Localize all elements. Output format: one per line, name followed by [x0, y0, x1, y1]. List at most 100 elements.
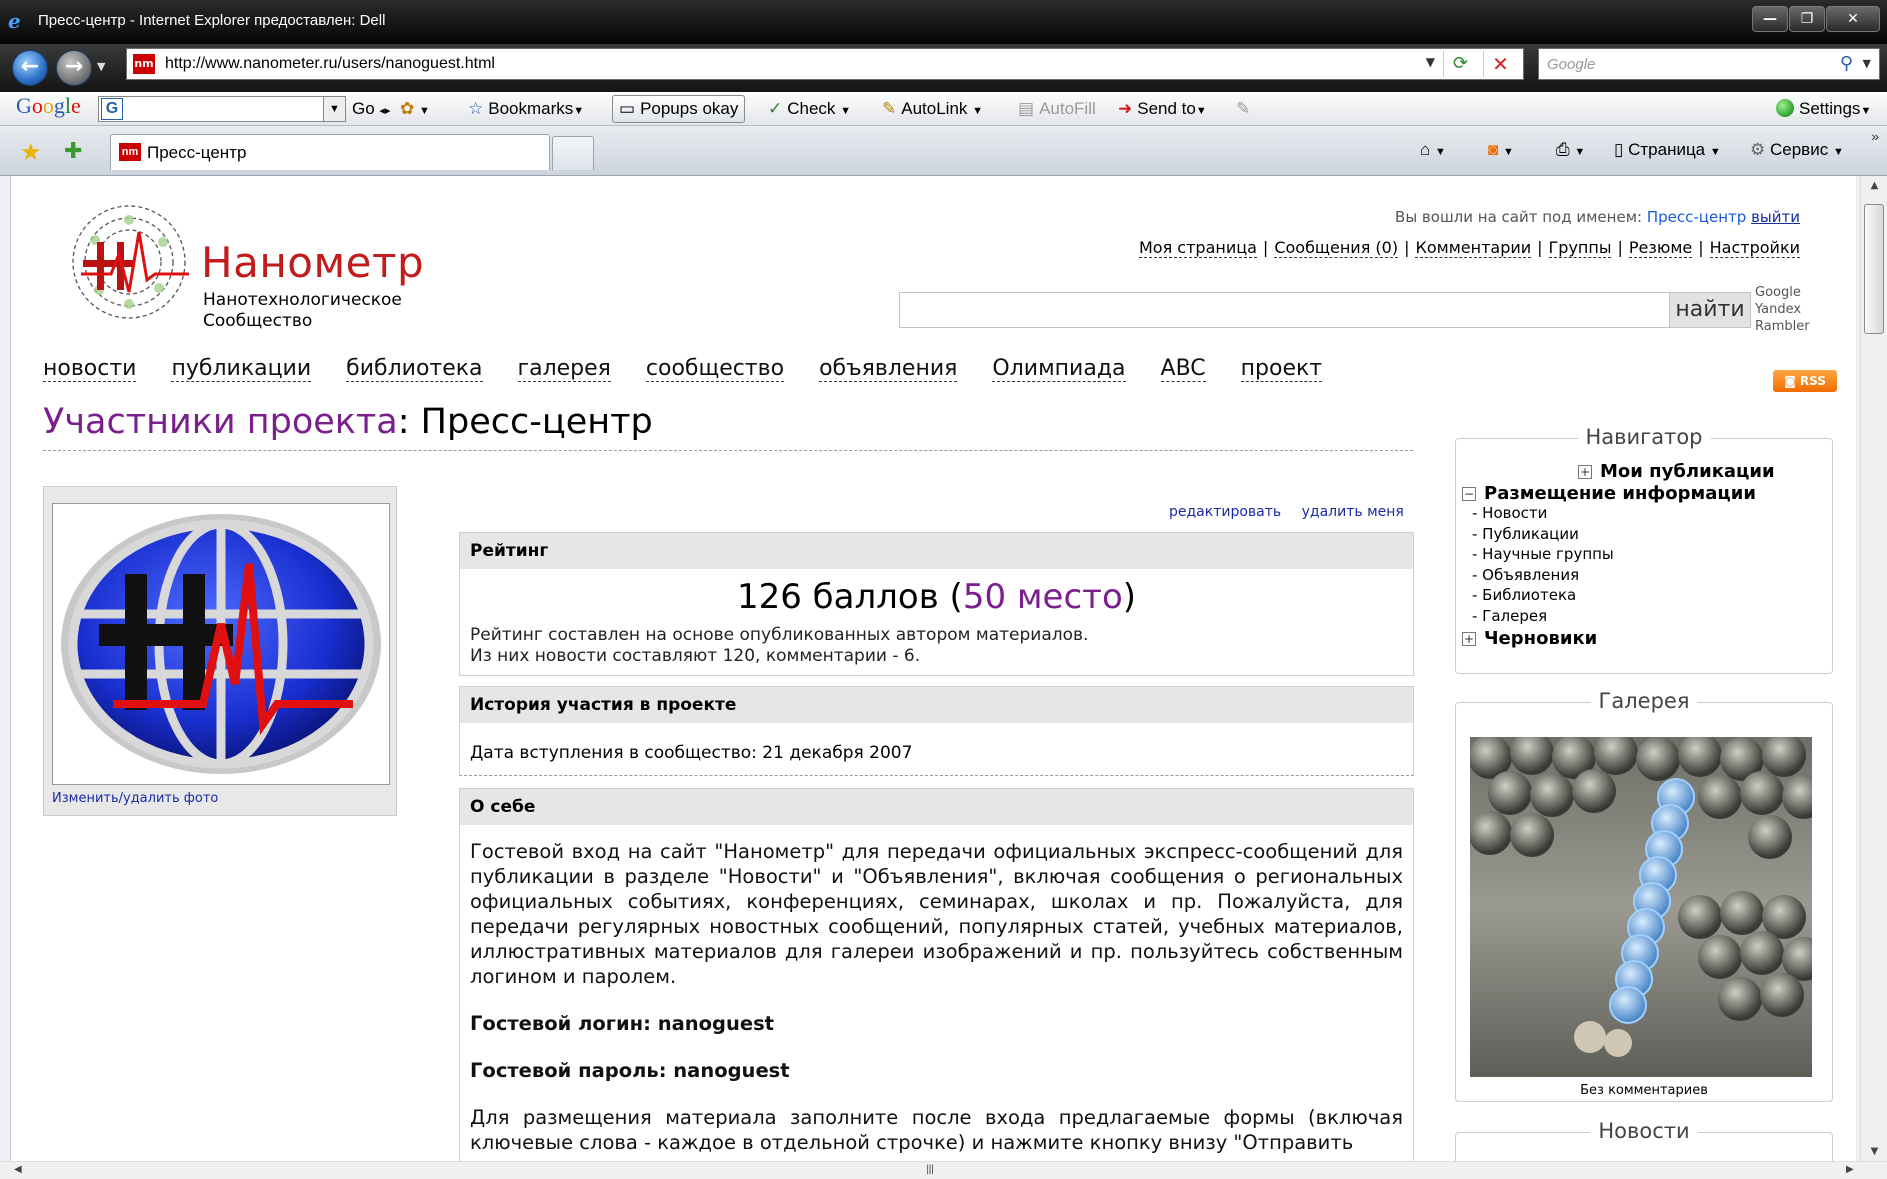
print-button[interactable]: ⎙ ▼ [1556, 140, 1585, 160]
title-divider [43, 450, 1413, 451]
address-field[interactable]: nm http://www.nanometer.ru/users/nanogue… [126, 48, 1524, 80]
change-photo-link[interactable]: Изменить/удалить фото [52, 791, 218, 806]
refresh-icon[interactable]: ⟳ [1443, 51, 1477, 77]
nav-olympiad[interactable]: Олимпиада [992, 356, 1126, 382]
close-window-button[interactable]: ✕ [1826, 6, 1880, 32]
google-go-button[interactable]: Go ◂▸ [352, 97, 390, 121]
address-bar-row: ← → ▼ nm http://www.nanometer.ru/users/n… [0, 44, 1887, 92]
placement-item-groups[interactable]: - Научные группы [1472, 544, 1614, 565]
nav-news[interactable]: новости [43, 356, 137, 382]
autolink-button[interactable]: ✎ AutoLink ▼ [882, 97, 983, 121]
maximize-button[interactable]: ❐ [1789, 6, 1825, 32]
site-search-input[interactable] [899, 292, 1696, 328]
scroll-right-arrow-icon[interactable]: ▶ [1846, 1164, 1854, 1175]
scroll-up-arrow-icon[interactable]: ▲ [1861, 180, 1887, 191]
new-tab-button[interactable] [552, 136, 594, 170]
back-arrow-icon: ← [20, 54, 40, 79]
nav-project[interactable]: проект [1240, 356, 1323, 382]
scroll-down-arrow-icon[interactable]: ▼ [1861, 1146, 1887, 1157]
placement-item-library[interactable]: - Библиотека [1472, 585, 1614, 606]
nanometer-logo-icon[interactable] [59, 202, 209, 322]
news-title: Новости [1456, 1119, 1832, 1143]
engine-yandex-link[interactable]: Yandex [1755, 301, 1810, 318]
site-search-button[interactable]: найти [1669, 292, 1751, 328]
logout-link[interactable]: выйти [1751, 208, 1800, 226]
vertical-scrollbar[interactable]: ▲ ▼ [1860, 176, 1887, 1161]
gear-icon: ⚙ [1750, 140, 1766, 159]
browser-search-field[interactable]: Google ⚲ ▼ [1538, 48, 1880, 80]
ie-logo-icon: e [8, 9, 21, 33]
minimize-button[interactable]: — [1752, 6, 1788, 32]
window-title: Пресс-центр - Internet Explorer предоста… [38, 12, 386, 29]
nav-gallery[interactable]: галерея [517, 356, 611, 382]
nav-publications[interactable]: публикации [171, 356, 312, 382]
address-dropdown-icon[interactable]: ▼ [1426, 55, 1435, 69]
user-menu-comments[interactable]: Комментарии [1415, 238, 1532, 258]
breadcrumb-participants-link[interactable]: Участники проекта [43, 402, 398, 442]
site-name[interactable]: Нанометр [201, 238, 424, 287]
feeds-button[interactable]: ◙ ▼ [1488, 140, 1514, 160]
horizontal-scroll-grip-icon[interactable]: ||| [926, 1164, 934, 1175]
edit-profile-link[interactable]: редактировать [1169, 504, 1281, 520]
forward-button[interactable]: → [56, 50, 92, 86]
settings-button[interactable]: Settings▼ [1776, 97, 1871, 121]
user-menu-settings[interactable]: Настройки [1709, 238, 1800, 258]
google-extras-button[interactable]: ✿ ▼ [400, 97, 430, 121]
search-icon[interactable]: ⚲ [1840, 53, 1853, 74]
user-menu-my-page[interactable]: Моя страница [1138, 238, 1257, 258]
rating-place-link[interactable]: 50 место [963, 577, 1123, 617]
autofill-button[interactable]: ▤ AutoFill [1018, 97, 1096, 121]
magic-wand-icon: ✎ [882, 99, 897, 118]
nav-community[interactable]: сообщество [645, 356, 785, 382]
favorites-star-icon[interactable]: ★ [20, 138, 42, 167]
nav-abc[interactable]: ABC [1160, 356, 1206, 382]
google-toolbar-search-input[interactable]: G ▼ [98, 96, 346, 122]
nav-library[interactable]: библиотека [346, 356, 483, 382]
search-provider-dropdown-icon[interactable]: ▼ [1863, 57, 1871, 70]
nav-announcements[interactable]: объявления [819, 356, 958, 382]
popups-okay-button[interactable]: ▭ Popups okay [612, 95, 746, 123]
toolbar-overflow-chevron-icon[interactable]: » [1871, 128, 1879, 144]
highlight-pen-icon[interactable]: ✎ [1236, 97, 1250, 121]
engine-google-link[interactable]: Google [1755, 284, 1810, 301]
vertical-scroll-thumb[interactable] [1864, 204, 1884, 334]
scroll-left-arrow-icon[interactable]: ◀ [14, 1164, 22, 1175]
gallery-image[interactable] [1470, 737, 1812, 1077]
placement-item-publications[interactable]: - Публикации [1472, 524, 1614, 545]
placement-section[interactable]: − Размещение информации [1462, 483, 1756, 504]
horizontal-scrollbar[interactable]: ◀ ||| ▶ [0, 1161, 1887, 1179]
engine-rambler-link[interactable]: Rambler [1755, 318, 1810, 335]
stop-icon[interactable]: ✕ [1483, 51, 1517, 77]
recent-pages-dropdown[interactable]: ▼ [97, 60, 105, 73]
placement-item-announcements[interactable]: - Объявления [1472, 565, 1614, 586]
page-title: Участники проекта: Пресс-центр [43, 402, 653, 442]
back-button[interactable]: ← [12, 50, 48, 86]
user-menu-groups[interactable]: Группы [1548, 238, 1612, 258]
delete-me-link[interactable]: удалить меня [1302, 504, 1404, 520]
expand-icon: + [1462, 632, 1476, 646]
google-toolbar-logo[interactable]: Google [16, 94, 81, 118]
add-favorites-icon[interactable]: ✚ [64, 138, 82, 164]
gallery-caption: Без комментариев [1580, 1083, 1708, 1098]
bookmarks-button[interactable]: ☆ Bookmarks▼ [468, 97, 584, 121]
rating-news-link[interactable]: новости [535, 646, 607, 666]
my-publications-item[interactable]: + Мои публикации [1578, 461, 1775, 482]
google-search-dropdown-icon[interactable]: ▼ [323, 97, 345, 121]
send-to-button[interactable]: ➜ Send to▼ [1118, 97, 1207, 121]
current-user-link[interactable]: Пресс-центр [1647, 208, 1746, 226]
placement-item-gallery[interactable]: - Галерея [1472, 606, 1614, 627]
tab-press-center[interactable]: nm Пресс-центр [110, 134, 550, 170]
collapse-icon: − [1462, 487, 1476, 501]
url-text[interactable]: http://www.nanometer.ru/users/nanoguest.… [165, 55, 495, 73]
page-menu-button[interactable]: ▯ Страница ▼ [1614, 140, 1721, 160]
spell-check-button[interactable]: ✓ Check ▼ [768, 97, 851, 121]
user-menu-resume[interactable]: Резюме [1628, 238, 1693, 258]
placement-item-news[interactable]: - Новости [1472, 503, 1614, 524]
home-button[interactable]: ⌂ ▼ [1420, 140, 1446, 160]
send-arrow-icon: ➜ [1118, 99, 1133, 118]
rss-button[interactable]: ◙ RSS [1773, 370, 1837, 392]
tools-menu-button[interactable]: ⚙ Сервис ▼ [1750, 140, 1844, 160]
user-menu-messages[interactable]: Сообщения (0) [1274, 238, 1399, 258]
page-icon: ▯ [1614, 140, 1624, 159]
drafts-item[interactable]: + Черновики [1462, 628, 1597, 649]
